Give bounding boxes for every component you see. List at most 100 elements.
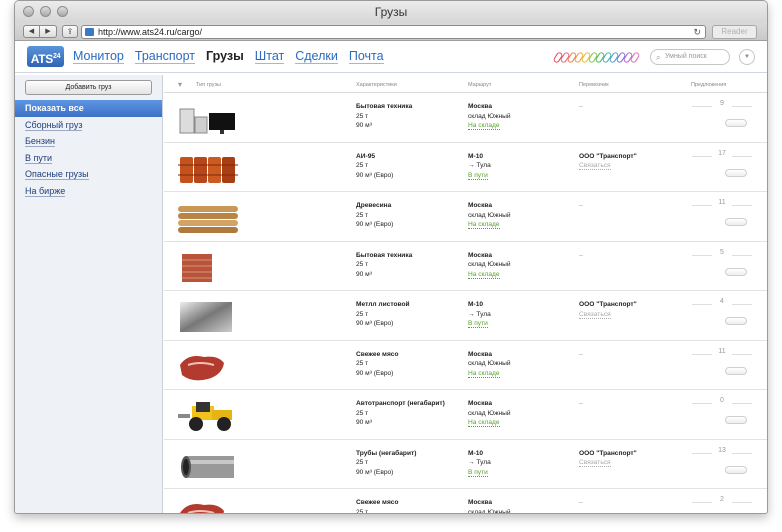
route-from: Москва xyxy=(468,251,493,259)
status-wrapper: На складе xyxy=(468,418,511,428)
table-row[interactable]: Трубы (негабарит) 25 т 90 м³ (Евро) М-10 → Т… xyxy=(164,440,767,489)
contact-link[interactable]: Связаться xyxy=(579,459,611,467)
offers-cell: 13 xyxy=(692,444,752,484)
table-row[interactable]: АИ-95 25 т 90 м³ (Евро) М-10 → Тула В пути ООО… xyxy=(164,143,767,192)
cargo-name[interactable]: Автотранспорт (негабарит) xyxy=(356,399,445,409)
empty-carrier-dash: – xyxy=(579,499,583,506)
cargo-weight: 25 т xyxy=(356,162,369,169)
status-link[interactable]: На складе xyxy=(468,419,500,427)
offers-toggle[interactable] xyxy=(725,416,747,424)
status-link[interactable]: На складе xyxy=(468,369,500,378)
table-row[interactable]: Бытовая техника 25 т 90 м³ Москва склад Южны… xyxy=(164,93,767,143)
chevron-down-icon[interactable]: ▼ xyxy=(739,49,755,65)
fresh-meat-image xyxy=(178,499,238,513)
carrier-cell: ООО "Транспорт" Связаться xyxy=(579,449,637,468)
nav-Транспорт[interactable]: Транспорт xyxy=(134,49,196,64)
status-wrapper: На складе xyxy=(468,220,511,230)
contact-link[interactable]: Связаться xyxy=(579,310,611,319)
browser-toolbar: ◀ ▶ ⇪ http://www.ats24.ru/cargo/ ↻ Reade… xyxy=(15,23,767,41)
reload-icon[interactable]: ↻ xyxy=(693,26,701,38)
sidebar-item-label: Бензин xyxy=(25,136,56,147)
cargo-name[interactable]: АИ-95 xyxy=(356,152,393,162)
status-link[interactable]: В пути xyxy=(468,171,488,180)
status-link[interactable]: На складе xyxy=(468,122,500,130)
color-tags[interactable] xyxy=(552,51,641,64)
route-from: Москва xyxy=(468,202,493,209)
sidebar-item-label: Опасные грузы xyxy=(25,169,89,180)
status-link[interactable]: На складе xyxy=(468,221,500,229)
route-from: Москва xyxy=(468,103,493,110)
header-carrier[interactable]: Перевозчик xyxy=(579,82,609,88)
address-bar[interactable]: http://www.ats24.ru/cargo/ ↻ xyxy=(81,25,706,39)
characteristics-cell: Трубы (негабарит) 25 т 90 м³ (Евро) xyxy=(356,449,416,478)
reader-button[interactable]: Reader xyxy=(712,25,757,39)
table-row[interactable]: Древесина 25 т 90 м³ (Евро) Москва склад Южн… xyxy=(164,192,767,242)
cargo-weight: 25 т xyxy=(356,261,369,268)
sidebar-item[interactable]: Показать все xyxy=(15,100,162,117)
header-route[interactable]: Маршрут xyxy=(468,82,491,88)
sidebar: Добавить груз Показать все Сборный груз Бе… xyxy=(15,75,163,513)
appliances-pallet-image xyxy=(178,252,238,284)
offers-toggle[interactable] xyxy=(725,317,747,325)
forward-button[interactable]: ▶ xyxy=(40,25,57,38)
add-cargo-button[interactable]: Добавить груз xyxy=(25,80,152,95)
table-row[interactable]: Метлл листовой 25 т 90 м³ (Евро) М-10 → Тула… xyxy=(164,291,767,341)
cargo-name[interactable]: Свежее мясо xyxy=(356,498,398,508)
route-cell: М-10 → Тула В пути xyxy=(468,152,491,181)
status-link[interactable]: На складе xyxy=(468,270,500,279)
offers-count: 13 xyxy=(712,446,732,454)
smart-search-input[interactable]: ⌕ Умный поиск xyxy=(650,49,730,65)
offers-toggle[interactable] xyxy=(725,218,747,226)
header-offers[interactable]: Предложения xyxy=(691,82,726,88)
nav-Штат[interactable]: Штат xyxy=(254,49,285,64)
carrier-name[interactable]: ООО "Транспорт" xyxy=(579,300,637,310)
ats24-logo[interactable]: ATS24 xyxy=(27,46,64,67)
cargo-name[interactable]: Свежее мясо xyxy=(356,350,398,360)
nav-Грузы[interactable]: Грузы xyxy=(206,49,244,64)
route-cell: Москвасклад ЮжныйНа складе xyxy=(468,498,511,514)
filter-icon[interactable]: ▾ xyxy=(178,80,182,89)
status-link[interactable]: В пути xyxy=(468,320,488,328)
sidebar-item[interactable]: Опасные грузы xyxy=(15,166,162,183)
offers-cell: 11 xyxy=(692,345,752,385)
sidebar-item[interactable]: В пути xyxy=(15,150,162,167)
nav-Монитор[interactable]: Монитор xyxy=(73,49,124,64)
table-row[interactable]: Свежее мясо25 т90 м³ (Евро)Москвасклад Ю… xyxy=(164,341,767,390)
sidebar-item[interactable]: Сборный груз xyxy=(15,117,162,134)
nav-Сделки[interactable]: Сделки xyxy=(295,49,338,64)
cargo-name[interactable]: Трубы (негабарит) xyxy=(356,449,416,459)
contact-link[interactable]: Связаться xyxy=(579,162,611,170)
sidebar-item[interactable]: На бирже xyxy=(15,183,162,200)
sidebar-item[interactable]: Бензин xyxy=(15,133,162,150)
carrier-name[interactable]: ООО "Транспорт" xyxy=(579,449,637,459)
route-from: М-10 xyxy=(468,152,484,160)
table-row[interactable]: Свежее мясо25 т90 м³ (Евро)Москвасклад Ю… xyxy=(164,489,767,514)
sidebar-item-label: В пути xyxy=(25,152,53,164)
status-link[interactable]: В пути xyxy=(468,468,488,477)
route-to: склад Южный xyxy=(468,508,511,514)
offers-cell: 2 xyxy=(692,493,752,513)
route-from: Москва xyxy=(468,350,493,358)
cargo-name[interactable]: Бытовая техника xyxy=(356,251,412,261)
table-row[interactable]: Автотранспорт (негабарит) 25 т 90 м³ Москва… xyxy=(164,390,767,440)
cargo-weight: 25 т xyxy=(356,211,369,219)
cargo-volume: 90 м³ (Евро) xyxy=(356,468,394,476)
offers-toggle[interactable] xyxy=(725,366,747,375)
cargo-name[interactable]: Метлл листовой xyxy=(356,300,410,310)
share-button[interactable]: ⇪ xyxy=(62,25,78,38)
cargo-name[interactable]: Бытовая техника xyxy=(356,102,412,112)
offers-toggle[interactable] xyxy=(725,168,747,177)
header-type[interactable]: Тип грузы xyxy=(196,82,221,88)
back-button[interactable]: ◀ xyxy=(23,25,40,38)
offers-cell: 0 xyxy=(692,394,752,434)
offers-toggle[interactable] xyxy=(725,119,747,127)
offers-toggle[interactable] xyxy=(725,465,747,474)
table-row[interactable]: Бытовая техника 25 т 90 м³ Москва склад Южны… xyxy=(164,242,767,291)
header-characteristics[interactable]: Характеристики xyxy=(356,82,397,88)
offers-toggle[interactable] xyxy=(725,267,747,276)
carrier-name[interactable]: ООО "Транспорт" xyxy=(579,152,637,162)
appliances-image xyxy=(178,103,238,135)
route-from: Москва xyxy=(468,400,493,407)
nav-Почта[interactable]: Почта xyxy=(348,49,384,64)
cargo-name[interactable]: Древесина xyxy=(356,201,393,211)
